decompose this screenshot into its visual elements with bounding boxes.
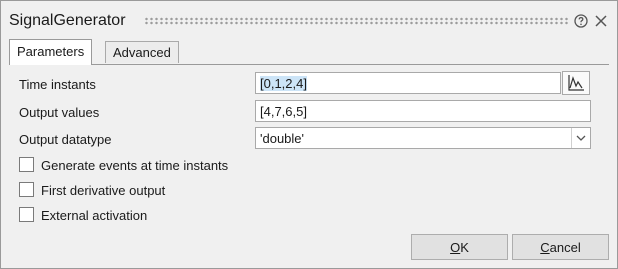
plot-icon [568,75,584,91]
cancel-label-rest: ancel [549,240,581,255]
generate-events-checkbox[interactable] [19,157,34,172]
ok-label-rest: K [460,240,469,255]
parameters-panel: Time instants [0,1,2,4] Output values [4… [9,64,609,232]
first-derivative-checkbox[interactable] [19,182,34,197]
cancel-button[interactable]: Cancel [512,234,609,260]
combo-dropdown-button[interactable] [571,128,590,148]
time-instants-field[interactable]: [0,1,2,4] [255,72,561,94]
output-values-field[interactable]: [4,7,6,5] [255,100,591,122]
help-circle-icon[interactable] [574,14,588,28]
title-bar[interactable]: SignalGenerator [1,1,617,37]
output-datatype-label: Output datatype [19,132,112,147]
tab-strip: Parameters Advanced [9,39,609,65]
tab-advanced[interactable]: Advanced [105,41,179,63]
output-values-label: Output values [19,105,100,120]
time-instants-value: [0,1,2,4] [260,76,307,91]
close-icon[interactable] [594,14,608,28]
ok-mnemonic: O [450,240,461,255]
cancel-mnemonic: C [540,240,550,255]
generate-events-label: Generate events at time instants [41,158,229,173]
first-derivative-label: First derivative output [41,183,166,198]
tab-parameters[interactable]: Parameters [9,39,93,65]
external-activation-label: External activation [41,208,148,223]
time-instants-label: Time instants [19,77,96,92]
chevron-down-icon [576,135,586,141]
output-datatype-combo[interactable]: 'double' [255,127,591,149]
plot-button[interactable] [562,71,590,95]
drag-grip[interactable] [144,17,568,25]
signal-generator-dialog: SignalGenerator Parameters Advanced Time… [0,0,618,269]
dialog-title: SignalGenerator [9,12,126,29]
ok-button[interactable]: OK [411,234,508,260]
output-datatype-value: 'double' [260,131,305,146]
external-activation-checkbox[interactable] [19,207,34,222]
